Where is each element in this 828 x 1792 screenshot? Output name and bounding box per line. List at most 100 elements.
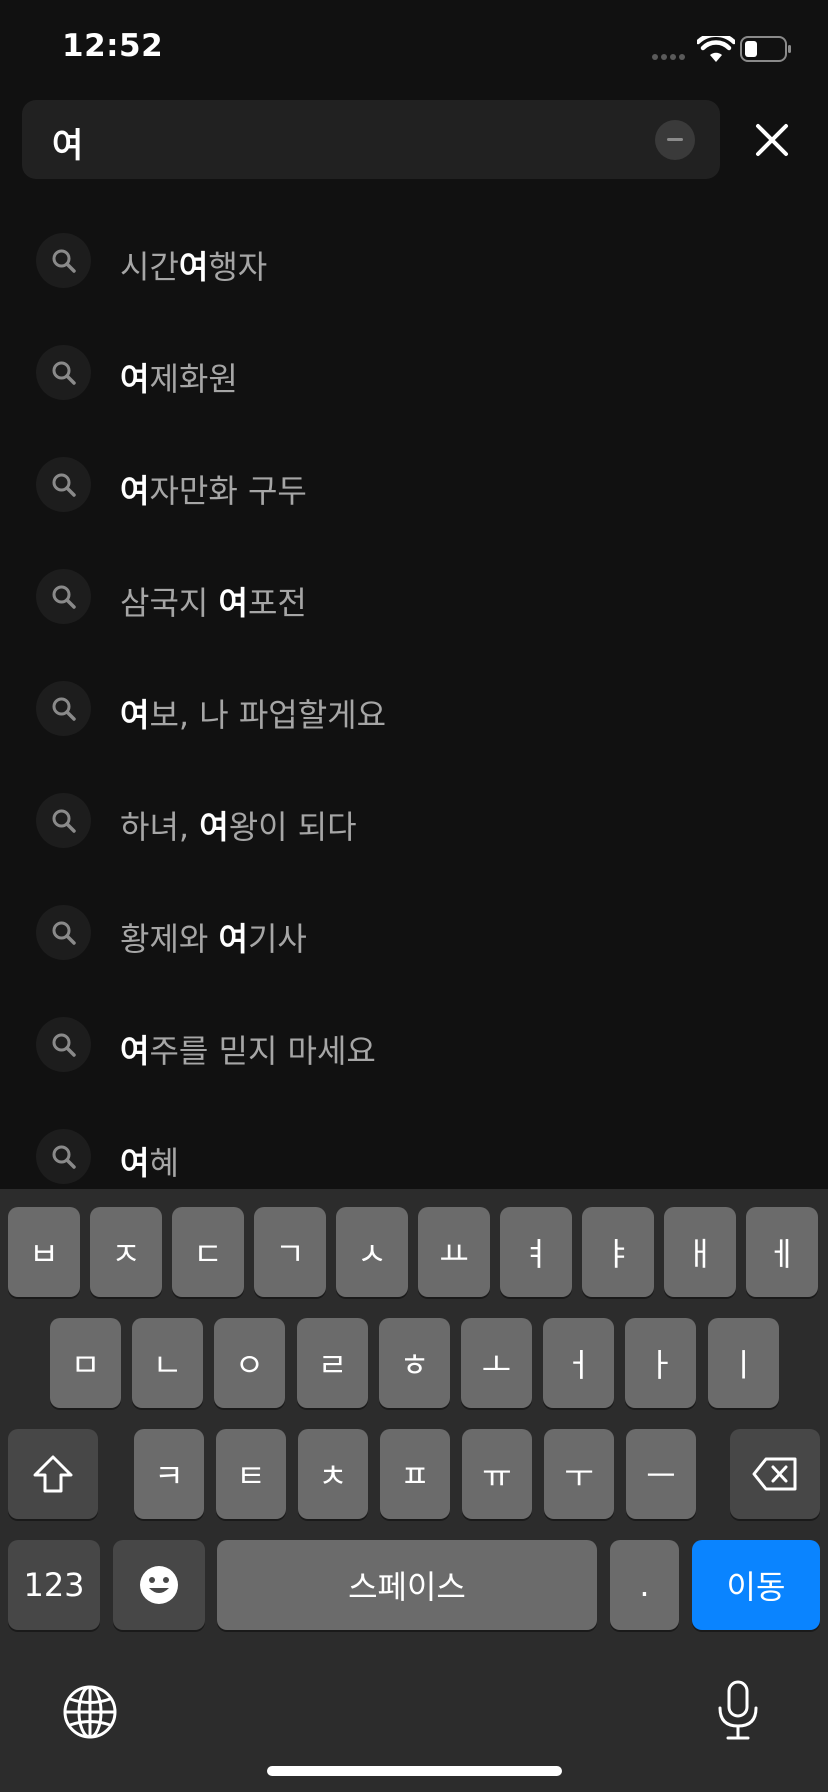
search-icon xyxy=(36,793,91,848)
letter-key-label: ㅍ xyxy=(400,1457,430,1495)
suggestion-text-match: 여 xyxy=(178,248,209,286)
suggestion-text-after: 제화원 xyxy=(149,360,238,398)
letter-key[interactable]: ㅁ xyxy=(50,1318,121,1408)
letter-key[interactable]: ㄷ xyxy=(172,1207,244,1297)
letter-key-label: ㄱ xyxy=(275,1235,305,1273)
period-key[interactable]: . xyxy=(610,1540,679,1630)
letter-key[interactable]: ㅍ xyxy=(380,1429,450,1519)
letter-key[interactable]: ㅋ xyxy=(134,1429,204,1519)
letter-key[interactable]: ㅎ xyxy=(379,1318,450,1408)
suggestion-text: 삼국지 여포전 xyxy=(120,578,307,624)
letter-key[interactable]: ㅜ xyxy=(544,1429,614,1519)
suggestion-item[interactable]: 하녀, 여왕이 되다 xyxy=(0,770,828,870)
letter-key[interactable]: ㅔ xyxy=(746,1207,818,1297)
letter-key[interactable]: ㅌ xyxy=(216,1429,286,1519)
letter-key-label: ㅏ xyxy=(645,1346,676,1384)
letter-key[interactable]: ㅠ xyxy=(462,1429,532,1519)
letter-key[interactable]: ㅈ xyxy=(90,1207,162,1297)
suggestion-text-after: 보, 나 파업할게요 xyxy=(149,696,387,734)
letter-key[interactable]: ㅊ xyxy=(298,1429,368,1519)
search-input-value: 여 xyxy=(52,126,84,166)
letter-key[interactable]: ㅇ xyxy=(214,1318,285,1408)
letter-key-label: ㅣ xyxy=(728,1346,759,1384)
letter-key[interactable]: ㅂ xyxy=(8,1207,80,1297)
close-icon[interactable] xyxy=(750,118,794,162)
search-input[interactable]: 여 xyxy=(22,100,720,179)
letter-key[interactable]: ㄱ xyxy=(254,1207,326,1297)
backspace-icon xyxy=(752,1457,797,1491)
suggestion-item[interactable]: 여보, 나 파업할게요 xyxy=(0,658,828,758)
letter-key-label: ㅔ xyxy=(767,1235,797,1273)
suggestion-text-after: 주를 믿지 마세요 xyxy=(149,1032,376,1070)
letter-key[interactable]: ㅗ xyxy=(461,1318,532,1408)
signal-dots-icon xyxy=(652,54,685,60)
letter-key-label: ㅐ xyxy=(685,1235,715,1273)
letter-key[interactable]: ㅓ xyxy=(543,1318,614,1408)
letter-key[interactable]: ㄹ xyxy=(297,1318,368,1408)
search-icon xyxy=(36,1017,91,1072)
suggestion-text-match: 여 xyxy=(218,920,248,958)
backspace-key[interactable] xyxy=(730,1429,820,1519)
search-icon xyxy=(36,457,91,512)
suggestion-item[interactable]: 여자만화 구두 xyxy=(0,434,828,534)
keyboard: 123 스페이스 . 이동 ㅂ ㅈ ㄷ ㄱ ㅅ ㅛ ㅕ ㅑ ㅐ ㅔㅁ ㄴ ㅇ ㄹ ㅎ ㅗ ㅓ ㅏ ㅣㅋ ㅌ ㅊ ㅍ ㅠ ㅜ ㅡ xyxy=(0,1189,828,1792)
suggestion-item[interactable]: 삼국지 여포전 xyxy=(0,546,828,646)
suggestion-text-match: 여 xyxy=(199,808,229,846)
suggestion-text-match: 여 xyxy=(120,1032,150,1070)
letter-key[interactable]: ㅅ xyxy=(336,1207,408,1297)
letter-key[interactable]: ㅡ xyxy=(626,1429,696,1519)
go-key-label: 이동 xyxy=(726,1568,786,1606)
numbers-key[interactable]: 123 xyxy=(8,1540,100,1630)
space-key-label: 스페이스 xyxy=(348,1568,466,1606)
status-bar: 12:52 xyxy=(0,0,828,96)
search-icon xyxy=(36,681,91,736)
globe-icon[interactable] xyxy=(62,1684,118,1740)
letter-key[interactable]: ㅕ xyxy=(500,1207,572,1297)
letter-key-label: ㅠ xyxy=(482,1457,512,1495)
suggestion-text-before: 삼국지 xyxy=(120,584,219,622)
letter-key[interactable]: ㅐ xyxy=(664,1207,736,1297)
letter-key-label: ㅓ xyxy=(563,1346,594,1384)
letter-key-label: ㅗ xyxy=(481,1346,512,1384)
suggestion-text-before: 황제와 xyxy=(120,920,219,958)
suggestion-text-match: 여 xyxy=(120,1144,150,1182)
search-icon xyxy=(36,1129,91,1184)
battery-icon xyxy=(740,36,791,62)
suggestion-text: 여혜 xyxy=(120,1138,179,1184)
letter-key-label: ㅎ xyxy=(399,1346,430,1384)
suggestion-text-before: 시간 xyxy=(120,248,179,286)
letter-key-label: ㅡ xyxy=(646,1457,676,1495)
suggestion-text-after: 기사 xyxy=(247,920,307,958)
suggestion-text-match: 여 xyxy=(120,696,150,734)
suggestion-text: 시간여행자 xyxy=(120,242,267,288)
letter-key[interactable]: ㅑ xyxy=(582,1207,654,1297)
letter-key[interactable]: ㅛ xyxy=(418,1207,490,1297)
suggestion-item[interactable]: 여주를 믿지 마세요 xyxy=(0,994,828,1094)
suggestion-text-after: 포전 xyxy=(247,584,307,622)
suggestion-item[interactable]: 황제와 여기사 xyxy=(0,882,828,982)
status-time: 12:52 xyxy=(62,28,164,64)
microphone-icon[interactable] xyxy=(716,1680,760,1742)
search-icon xyxy=(36,569,91,624)
suggestion-text: 여보, 나 파업할게요 xyxy=(120,690,386,736)
suggestion-item[interactable]: 시간여행자 xyxy=(0,210,828,310)
letter-key-label: ㅊ xyxy=(318,1457,348,1495)
suggestion-text-after: 행자 xyxy=(208,248,268,286)
emoji-key[interactable] xyxy=(113,1540,205,1630)
period-key-label: . xyxy=(639,1566,650,1604)
home-indicator xyxy=(267,1766,562,1776)
letter-key[interactable]: ㅏ xyxy=(625,1318,696,1408)
shift-icon xyxy=(33,1455,73,1493)
letter-key-label: ㅂ xyxy=(29,1235,59,1273)
shift-key[interactable] xyxy=(8,1429,98,1519)
letter-key-label: ㅌ xyxy=(236,1457,266,1495)
letter-key-label: ㅇ xyxy=(234,1346,265,1384)
space-key[interactable]: 스페이스 xyxy=(217,1540,597,1630)
letter-key[interactable]: ㅣ xyxy=(708,1318,779,1408)
letter-key[interactable]: ㄴ xyxy=(132,1318,203,1408)
suggestion-item[interactable]: 여제화원 xyxy=(0,322,828,422)
go-key[interactable]: 이동 xyxy=(692,1540,820,1630)
clear-icon[interactable] xyxy=(655,120,695,160)
suggestion-text: 하녀, 여왕이 되다 xyxy=(120,802,357,848)
numbers-key-label: 123 xyxy=(23,1566,85,1604)
